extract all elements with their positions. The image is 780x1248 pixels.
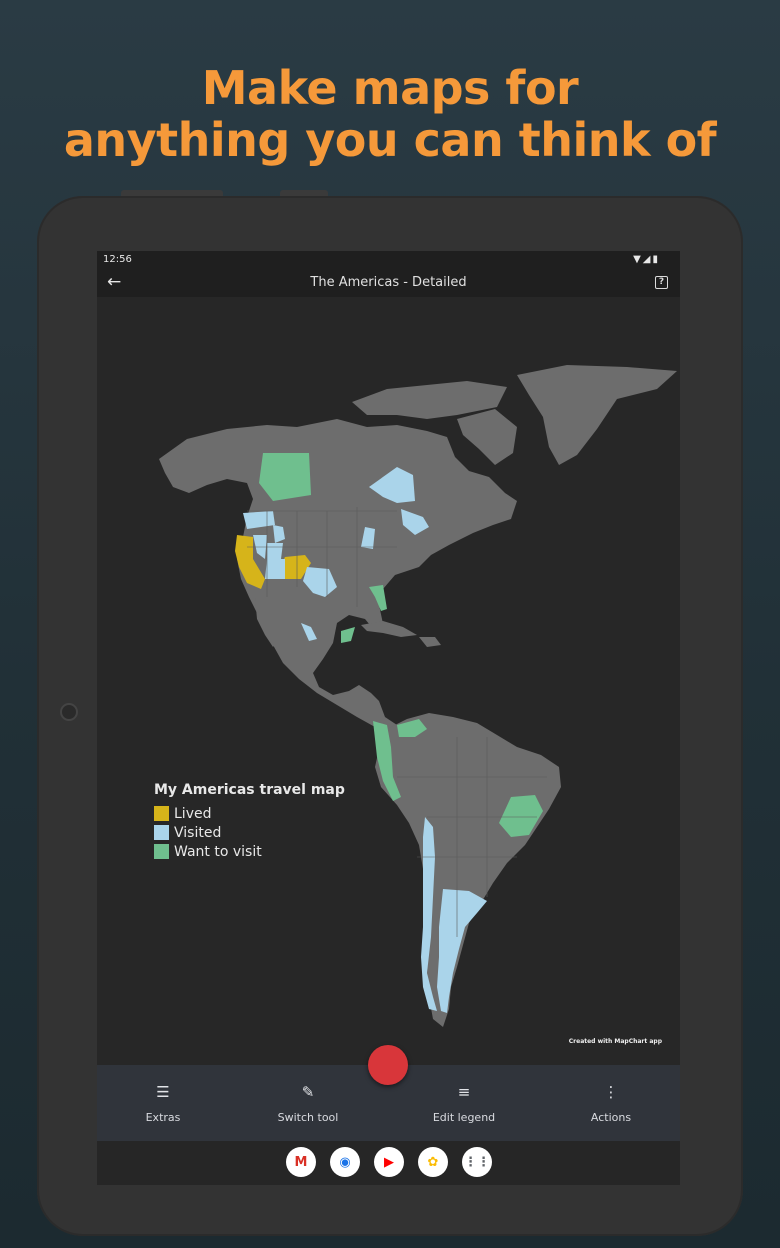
headline-line-1: Make maps for (201, 61, 579, 115)
legend-item-want-to-visit: Want to visit (154, 842, 345, 861)
more-vertical-icon: ⋮ (603, 1083, 619, 1101)
actions-button[interactable]: ⋮ Actions (541, 1065, 680, 1141)
legend-label-visited: Visited (174, 824, 222, 841)
tune-icon: ☰ (156, 1083, 170, 1101)
map-credit: Created with MapChart app (568, 1038, 662, 1045)
headline-line-2: anything you can think of (63, 113, 717, 167)
brush-icon: ✎ (301, 1083, 315, 1101)
legend-item-visited: Visited (154, 823, 345, 842)
app-screen: 12:56 ▼◢▮ ← The Americas - Detailed ? My… (97, 251, 680, 1185)
region-south-america (375, 713, 561, 1027)
chrome-icon[interactable]: ◉ (330, 1147, 360, 1177)
legend-item-lived: Lived (154, 804, 345, 823)
app-drawer-icon[interactable]: ⋮⋮ (462, 1147, 492, 1177)
map-legend[interactable]: My Americas travel map Lived Visited Wan… (154, 782, 345, 861)
region-new-mexico (265, 559, 285, 579)
navigation-bar: M ◉ ▶ ✿ ⋮⋮ (97, 1141, 680, 1185)
map-canvas[interactable]: My Americas travel map Lived Visited Wan… (97, 297, 680, 1065)
switch-tool-label: Switch tool (277, 1111, 339, 1124)
region-argentina (437, 889, 487, 1013)
app-bar: ← The Americas - Detailed ? (97, 269, 680, 297)
status-icons: ▼◢▮ (633, 254, 660, 265)
region-north-america-mainland (159, 419, 517, 735)
wifi-icon: ▼ (633, 254, 643, 265)
americas-map[interactable] (97, 297, 680, 1065)
region-hispaniola (419, 637, 441, 647)
app-dock: M ◉ ▶ ✿ ⋮⋮ (286, 1147, 492, 1177)
map-title: The Americas - Detailed (310, 275, 467, 290)
status-time: 12:56 (103, 254, 132, 265)
legend-title: My Americas travel map (154, 782, 345, 798)
actions-label: Actions (590, 1111, 632, 1124)
list-icon: ≡ (457, 1083, 471, 1101)
legend-label-want-to-visit: Want to visit (174, 843, 262, 860)
battery-icon: ▮ (652, 254, 660, 265)
youtube-icon[interactable]: ▶ (374, 1147, 404, 1177)
switch-tool-button[interactable]: ✎ Switch tool (238, 1065, 378, 1141)
legend-swatch-lived (154, 806, 169, 821)
legend-label-lived: Lived (174, 805, 212, 822)
region-cuba-visit (341, 627, 355, 643)
region-greenland (517, 365, 677, 465)
edit-legend-button[interactable]: ≡ Edit legend (394, 1065, 534, 1141)
help-box-icon[interactable]: ? (655, 276, 668, 289)
status-bar: 12:56 ▼◢▮ (97, 251, 680, 269)
front-camera (60, 703, 78, 721)
edit-legend-label: Edit legend (432, 1111, 496, 1124)
legend-swatch-want-to-visit (154, 844, 169, 859)
photos-icon[interactable]: ✿ (418, 1147, 448, 1177)
extras-button[interactable]: ☰ Extras (97, 1065, 233, 1141)
color-picker-fab[interactable] (368, 1045, 408, 1085)
gmail-icon[interactable]: M (286, 1147, 316, 1177)
legend-swatch-visited (154, 825, 169, 840)
extras-label: Extras (145, 1111, 181, 1124)
headline: Make maps for anything you can think of (0, 62, 780, 166)
region-utah (267, 543, 283, 559)
region-baffin-island (457, 409, 517, 465)
